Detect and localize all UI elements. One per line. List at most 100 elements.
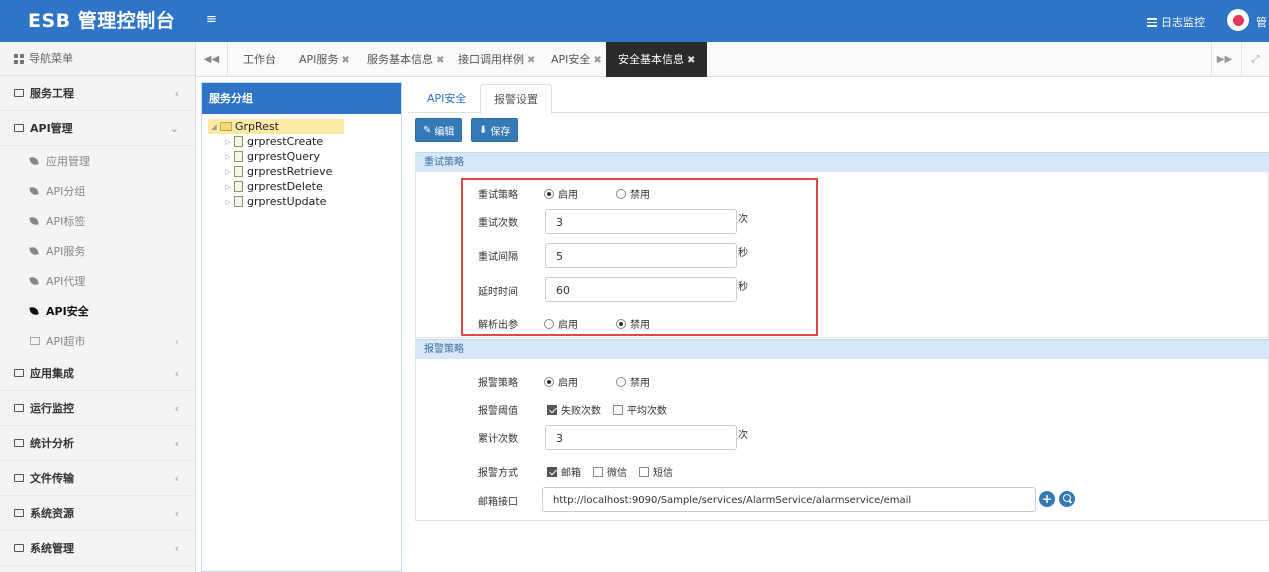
threshold-avg-checkbox[interactable]: 平均次数 bbox=[613, 402, 667, 417]
tree-node[interactable]: ▷ grprestUpdate bbox=[208, 194, 401, 209]
collapse-triangle-icon[interactable]: ▷ bbox=[222, 183, 234, 191]
sidebar-item-service-project[interactable]: 服务工程 ‹ bbox=[0, 76, 195, 111]
parse-disable-radio[interactable]: 禁用 bbox=[616, 316, 650, 331]
tree-node[interactable]: ▷ grprestQuery bbox=[208, 149, 401, 164]
sidebar-sub-api-market[interactable]: API超市 ‹ bbox=[0, 326, 195, 356]
threshold-fail-checkbox[interactable]: 失败次数 bbox=[547, 402, 601, 417]
sidebar-item-system-management[interactable]: 系统管理 ‹ bbox=[0, 531, 195, 566]
tab-label: 安全基本信息 bbox=[618, 53, 684, 66]
method-mail-checkbox[interactable]: 邮箱 bbox=[547, 464, 581, 479]
retry-interval-input[interactable]: 5 bbox=[545, 243, 737, 268]
folder-icon bbox=[14, 89, 24, 97]
fullscreen-icon[interactable]: ⤢ bbox=[1241, 42, 1269, 77]
alarm-section-header: 报警策略 bbox=[415, 339, 1269, 359]
parse-enable-radio[interactable]: 启用 bbox=[544, 316, 578, 331]
sidebar-item-file-transfer[interactable]: 文件传输 ‹ bbox=[0, 461, 195, 496]
radio-label: 禁用 bbox=[630, 320, 650, 331]
sidebar-sub-api-service[interactable]: API服务 bbox=[0, 236, 195, 266]
sidebar-item-statistics[interactable]: 统计分析 ‹ bbox=[0, 426, 195, 461]
subtab-api-security[interactable]: API安全 bbox=[414, 84, 479, 114]
search-icon[interactable] bbox=[1059, 491, 1075, 507]
subtab-alarm-settings[interactable]: 报警设置 bbox=[480, 84, 552, 114]
close-icon[interactable]: ✖ bbox=[341, 55, 349, 66]
tab-workbench[interactable]: 工作台 bbox=[243, 42, 276, 77]
tab-api-security[interactable]: API安全 ✖ bbox=[551, 42, 602, 77]
radio-unchecked-icon bbox=[616, 188, 626, 199]
radio-label: 启用 bbox=[558, 320, 578, 331]
expand-triangle-icon[interactable]: ◢ bbox=[208, 123, 220, 131]
chevron-left-icon: ‹ bbox=[174, 471, 179, 485]
tab-api-service[interactable]: API服务 ✖ bbox=[299, 42, 350, 77]
tree-node-root[interactable]: ◢ GrpRest bbox=[208, 119, 344, 134]
save-button[interactable]: ⬇ 保存 bbox=[471, 118, 519, 142]
mail-interface-input[interactable]: http://localhost:9090/Sample/services/Al… bbox=[542, 487, 1036, 512]
collapse-triangle-icon[interactable]: ▷ bbox=[222, 138, 234, 146]
log-monitor-label: 日志监控 bbox=[1161, 16, 1205, 29]
sidebar-item-label: 运行监控 bbox=[30, 402, 74, 415]
method-wechat-checkbox[interactable]: 微信 bbox=[593, 464, 627, 479]
radio-label: 禁用 bbox=[630, 190, 650, 201]
tab-scroll-left-icon[interactable]: ◀◀ bbox=[196, 42, 228, 77]
method-sms-checkbox[interactable]: 短信 bbox=[639, 464, 673, 479]
add-icon[interactable]: + bbox=[1039, 491, 1055, 507]
chevron-left-icon: ‹ bbox=[174, 86, 179, 100]
collapse-triangle-icon[interactable]: ▷ bbox=[222, 198, 234, 206]
close-icon[interactable]: ✖ bbox=[687, 55, 695, 66]
sidebar-sub-label: API服务 bbox=[46, 245, 86, 258]
sidebar-sub-api-security[interactable]: API安全 bbox=[0, 296, 195, 326]
sidebar-sub-label: API安全 bbox=[46, 305, 89, 318]
app-title: ESB 管理控制台 bbox=[28, 10, 176, 32]
close-icon[interactable]: ✖ bbox=[436, 55, 444, 66]
retry-timeout-input[interactable]: 60 bbox=[545, 277, 737, 302]
tree-node[interactable]: ▷ grprestRetrieve bbox=[208, 164, 401, 179]
sidebar-item-api-management[interactable]: API管理 ⌄ bbox=[0, 111, 195, 146]
retry-count-input[interactable]: 3 bbox=[545, 209, 737, 234]
edit-button-label: 编辑 bbox=[434, 126, 455, 138]
collapse-triangle-icon[interactable]: ▷ bbox=[222, 153, 234, 161]
menu-toggle-icon[interactable]: ≡ bbox=[206, 12, 217, 27]
collapse-triangle-icon[interactable]: ▷ bbox=[222, 168, 234, 176]
sidebar-header: 导航菜单 bbox=[0, 42, 195, 76]
sidebar-sub-api-proxy[interactable]: API代理 bbox=[0, 266, 195, 296]
log-monitor-link[interactable]: 日志监控 bbox=[1147, 14, 1205, 30]
leaf-icon bbox=[29, 246, 39, 256]
sidebar-item-app-integration[interactable]: 应用集成 ‹ bbox=[0, 356, 195, 391]
chevron-left-icon: ‹ bbox=[174, 366, 179, 380]
user-avatar[interactable] bbox=[1227, 9, 1249, 31]
sidebar: 导航菜单 服务工程 ‹ API管理 ⌄ 应用管理 API分组 API标签 API… bbox=[0, 42, 196, 572]
checkbox-checked-icon bbox=[547, 404, 557, 415]
tree-node[interactable]: ▷ grprestCreate bbox=[208, 134, 401, 149]
tab-label: 服务基本信息 bbox=[367, 53, 433, 66]
radio-checked-icon bbox=[544, 188, 554, 199]
tree-node-label: grprestQuery bbox=[247, 150, 321, 163]
tab-service-info[interactable]: 服务基本信息 ✖ bbox=[367, 42, 444, 77]
sidebar-item-system-resources[interactable]: 系统资源 ‹ bbox=[0, 496, 195, 531]
tree-node[interactable]: ▷ grprestDelete bbox=[208, 179, 401, 194]
close-icon[interactable]: ✖ bbox=[593, 55, 601, 66]
sidebar-sub-api-group[interactable]: API分组 bbox=[0, 176, 195, 206]
sidebar-sub-app-management[interactable]: 应用管理 bbox=[0, 146, 195, 176]
tab-security-info[interactable]: 安全基本信息 ✖ bbox=[606, 42, 708, 77]
retry-enable-radio[interactable]: 启用 bbox=[544, 186, 578, 201]
tree-node-label: GrpRest bbox=[235, 120, 279, 133]
radio-label: 启用 bbox=[558, 190, 578, 201]
edit-button[interactable]: ✎ 编辑 bbox=[415, 118, 463, 142]
sidebar-item-runtime-monitor[interactable]: 运行监控 ‹ bbox=[0, 391, 195, 426]
cumulative-count-unit: 次 bbox=[738, 430, 748, 441]
leaf-icon bbox=[29, 216, 39, 226]
retry-disable-radio[interactable]: 禁用 bbox=[616, 186, 650, 201]
tab-call-example[interactable]: 接口调用样例 ✖ bbox=[458, 42, 535, 77]
tab-label: 接口调用样例 bbox=[458, 53, 524, 66]
tab-label: 工作台 bbox=[243, 53, 276, 66]
alarm-enable-radio[interactable]: 启用 bbox=[544, 374, 578, 389]
sidebar-sub-api-tag[interactable]: API标签 bbox=[0, 206, 195, 236]
checkbox-label: 失败次数 bbox=[561, 406, 601, 417]
tree-node-label: grprestRetrieve bbox=[247, 165, 333, 178]
tab-scroll-right-icon[interactable]: ▶▶ bbox=[1211, 42, 1237, 77]
sidebar-item-label: 系统管理 bbox=[30, 542, 74, 555]
cumulative-count-input[interactable]: 3 bbox=[545, 425, 737, 450]
service-group-panel: 服务分组 ◢ GrpRest ▷ grprestCreate ▷ grprest… bbox=[201, 82, 402, 572]
close-icon[interactable]: ✖ bbox=[527, 55, 535, 66]
user-name[interactable]: 管 bbox=[1256, 14, 1267, 30]
alarm-disable-radio[interactable]: 禁用 bbox=[616, 374, 650, 389]
